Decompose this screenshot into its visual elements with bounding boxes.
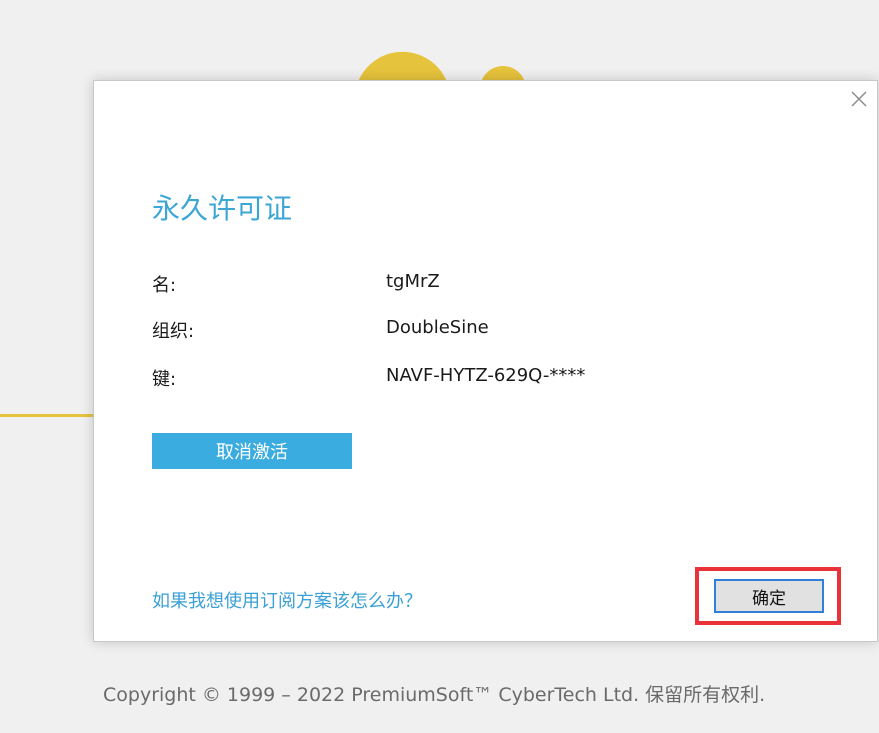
field-value-key: NAVF-HYTZ-629Q-**** <box>386 365 586 386</box>
deactivate-button[interactable]: 取消激活 <box>152 433 352 469</box>
background-decoration-line <box>0 414 96 417</box>
copyright-text: Copyright © 1999 – 2022 PremiumSoft™ Cyb… <box>103 684 766 706</box>
subscription-help-link[interactable]: 如果我想使用订阅方案该怎么办？ <box>152 587 422 613</box>
field-label: 组织: <box>152 321 195 342</box>
dialog-title: 永久许可证 <box>152 192 293 225</box>
field-value-name: tgMrZ <box>386 271 440 292</box>
license-dialog: 永久许可证 名: tgMrZ 组织: DoubleSine 键: NAVF-HY… <box>93 80 878 642</box>
field-label: 名: <box>152 275 177 296</box>
field-label: 键: <box>152 369 177 390</box>
ok-button[interactable]: 确定 <box>714 579 824 613</box>
close-button[interactable] <box>849 89 869 109</box>
close-icon <box>851 91 867 107</box>
field-value-organization: DoubleSine <box>386 317 489 338</box>
